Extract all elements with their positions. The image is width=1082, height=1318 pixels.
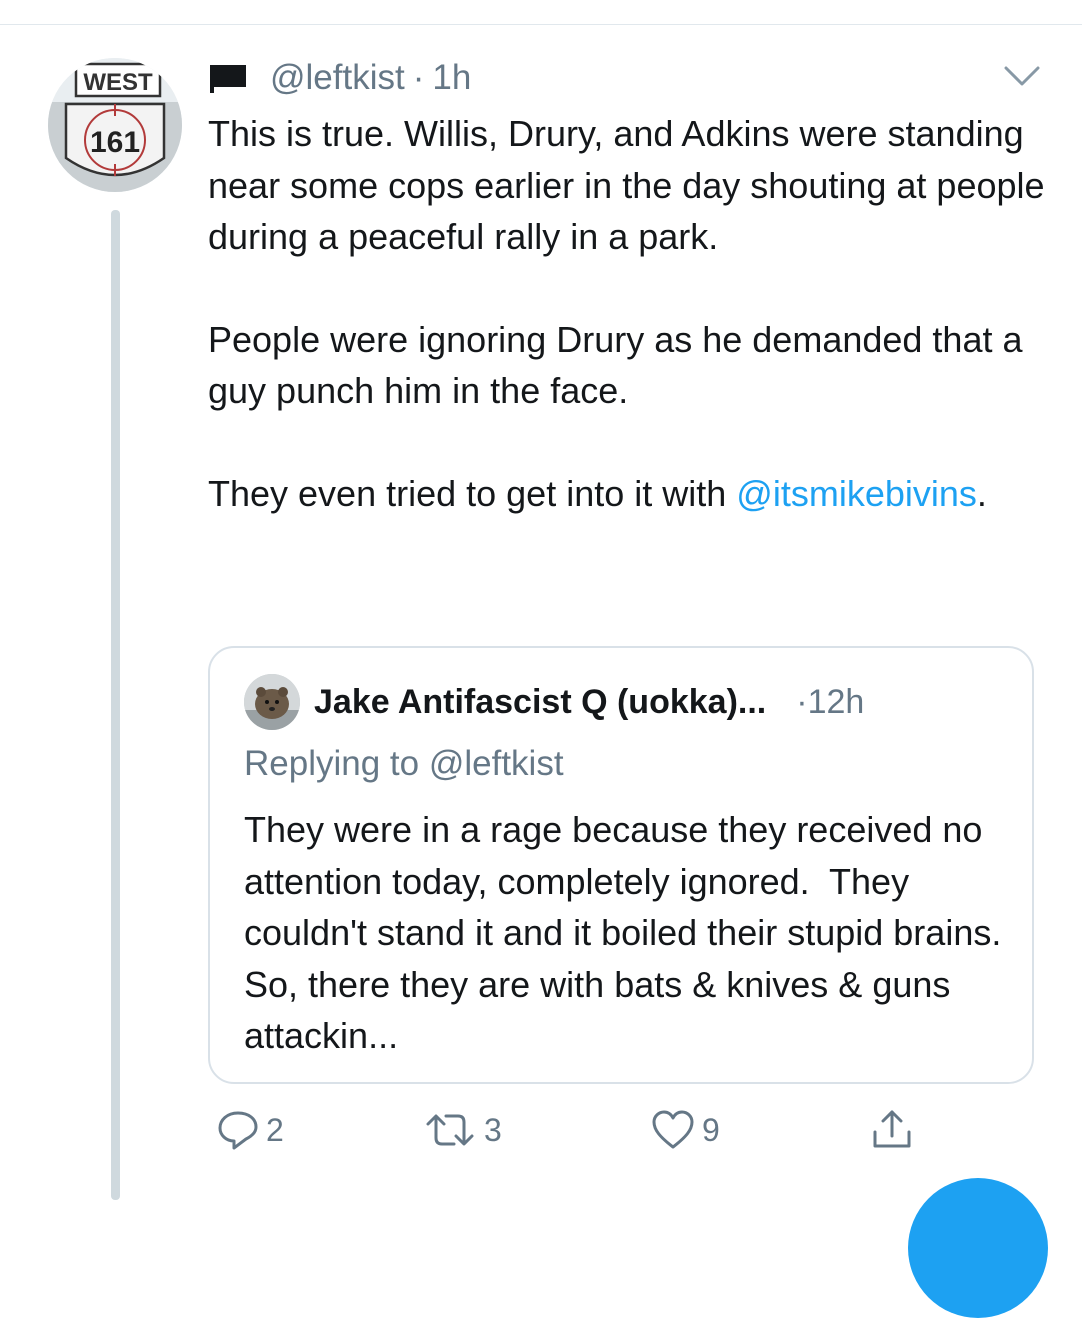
tweet-paragraph: They even tried to get into it with @its… (208, 468, 1048, 520)
retweet-icon (426, 1114, 474, 1146)
quoted-tweet-name: Jake Antifascist Q (uokka)... (314, 682, 767, 721)
tweet-separator: · (412, 58, 425, 97)
like-count: 9 (702, 1111, 720, 1148)
black-flag-icon (208, 63, 248, 93)
tweet-paragraph: People were ignoring Drury as he demande… (208, 318, 1023, 412)
tweet-text: This is true. Willis, Drury, and Adkins … (208, 108, 1048, 519)
mention-link[interactable]: @itsmikebivins (736, 473, 977, 514)
tweet-action-bar: 2 3 9 (208, 1108, 1048, 1158)
avatar-sign-west: WEST (83, 69, 153, 96)
top-divider (0, 24, 1082, 25)
avatar-sign-number: 161 (90, 126, 140, 159)
tweet-header: @leftkist · 1h (208, 56, 471, 100)
reply-icon (218, 1111, 258, 1150)
tweet-time[interactable]: 1h (432, 58, 471, 98)
quoted-tweet-avatar (244, 674, 300, 730)
tweet-paragraph-end: . (976, 472, 987, 514)
share-button[interactable] (870, 1108, 920, 1152)
heart-icon (652, 1110, 694, 1149)
reply-button[interactable]: 2 (216, 1108, 284, 1152)
share-icon (873, 1110, 911, 1148)
tweet-paragraph-text: They even tried to get into it with (208, 472, 737, 514)
thread-line (111, 210, 120, 1200)
quoted-tweet-time-value: 12h (807, 682, 865, 721)
quoted-tweet-separator: · (796, 682, 808, 721)
compose-tweet-button[interactable] (908, 1178, 1048, 1318)
quoted-tweet-header: Jake Antifascist Q (uokka)... ·12h (244, 674, 864, 730)
tweet-paragraph: This is true. Willis, Drury, and Adkins … (208, 113, 1045, 257)
avatar[interactable]: WEST 161 (48, 58, 182, 192)
quoted-tweet-card[interactable]: Jake Antifascist Q (uokka)... ·12h Reply… (208, 646, 1034, 1084)
reply-count: 2 (266, 1111, 284, 1148)
quoted-tweet-time: ·12h (796, 683, 864, 722)
chevron-down-icon[interactable] (1002, 62, 1042, 90)
retweet-count: 3 (484, 1111, 502, 1148)
quoted-tweet-text: They were in a rage because they receive… (244, 809, 1012, 1056)
tweet-handle[interactable]: @leftkist (270, 58, 405, 98)
like-button[interactable]: 9 (650, 1108, 720, 1152)
quoted-tweet-replying-to: Replying to @leftkist (244, 744, 564, 783)
retweet-button[interactable]: 3 (422, 1108, 502, 1152)
